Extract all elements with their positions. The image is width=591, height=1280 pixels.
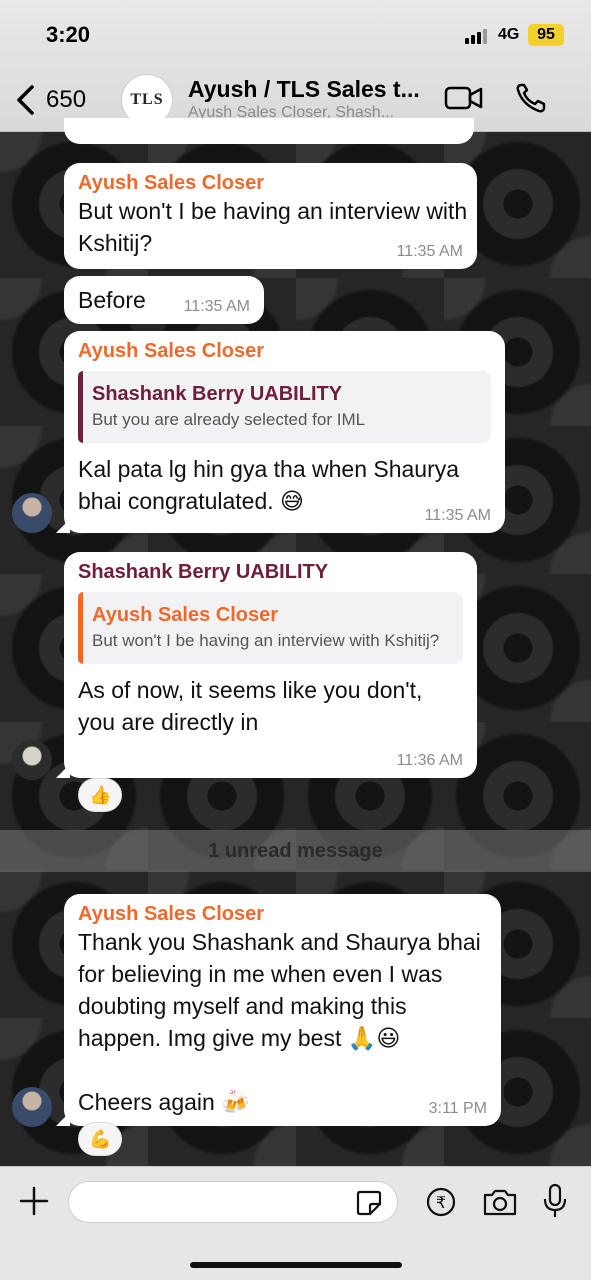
quoted-sender: Ayush Sales Closer <box>92 604 279 626</box>
status-time: 3:20 <box>46 22 91 47</box>
message-input[interactable] <box>68 1181 398 1223</box>
quoted-sender: Shashank Berry UABILITY <box>92 383 343 405</box>
message-bubble[interactable]: Shashank Berry UABILITY Ayush Sales Clos… <box>64 552 477 778</box>
message-bubble-partial <box>64 118 474 144</box>
group-avatar-text: TLS <box>130 91 164 108</box>
sticker-icon[interactable] <box>355 1189 383 1217</box>
video-call-icon[interactable] <box>444 82 484 114</box>
message-bubble[interactable]: Ayush Sales Closer Shashank Berry UABILI… <box>64 331 505 533</box>
chat-header: 3:20 4G 95 650 TLS Ayush / TLS Sales t..… <box>0 0 591 132</box>
message-text-secondary: Cheers again 🍻 <box>78 1089 250 1115</box>
unread-divider: 1 unread message <box>0 830 591 872</box>
message-sender: Ayush Sales Closer <box>78 340 265 362</box>
message-time: 11:36 AM <box>396 752 463 769</box>
message-sender: Ayush Sales Closer <box>78 172 265 194</box>
network-type: 4G <box>498 26 520 43</box>
microphone-icon[interactable] <box>542 1183 568 1219</box>
phone-icon[interactable] <box>514 82 548 114</box>
avatar[interactable] <box>12 740 52 780</box>
avatar[interactable] <box>12 1087 52 1127</box>
quoted-text: But won't I be having an interview with … <box>92 631 440 650</box>
message-bubble[interactable]: Ayush Sales Closer But won't I be having… <box>64 163 477 269</box>
back-chevron-icon <box>17 85 34 115</box>
message-time: 11:35 AM <box>424 507 491 524</box>
avatar[interactable] <box>12 493 52 533</box>
rupee-icon[interactable]: ₹ <box>426 1187 456 1217</box>
message-bubble[interactable]: Before 11:35 AM <box>64 276 264 324</box>
back-button[interactable]: 650 <box>14 82 104 118</box>
message-time: 3:11 PM <box>428 1100 487 1117</box>
home-indicator[interactable] <box>190 1262 402 1268</box>
quoted-message[interactable]: Shashank Berry UABILITY But you are alre… <box>78 371 491 443</box>
chat-title[interactable]: Ayush / TLS Sales t... <box>188 76 438 103</box>
battery-indicator: 95 <box>528 24 564 46</box>
unread-label: 1 unread message <box>208 839 383 862</box>
quoted-text: But you are already selected for IML <box>92 410 366 429</box>
reaction-badge[interactable]: 💪 <box>78 1122 123 1156</box>
plus-icon[interactable] <box>18 1185 50 1217</box>
message-text: Thank you Shashank and Shaurya bhai for … <box>78 929 481 1051</box>
camera-icon[interactable] <box>482 1187 518 1217</box>
signal-icon <box>465 28 491 44</box>
message-sender: Ayush Sales Closer <box>78 903 265 925</box>
message-text: As of now, it seems like you don't, you … <box>78 677 423 735</box>
message-bubble[interactable]: Ayush Sales Closer Thank you Shashank an… <box>64 894 501 1126</box>
quoted-message[interactable]: Ayush Sales Closer But won't I be having… <box>78 592 463 664</box>
svg-text:₹: ₹ <box>436 1193 446 1212</box>
message-time: 11:35 AM <box>396 243 463 260</box>
message-time: 11:35 AM <box>183 298 250 315</box>
message-sender: Shashank Berry UABILITY <box>78 561 329 583</box>
back-unread-count: 650 <box>46 86 87 113</box>
reaction-badge[interactable]: 👍 <box>78 778 123 812</box>
